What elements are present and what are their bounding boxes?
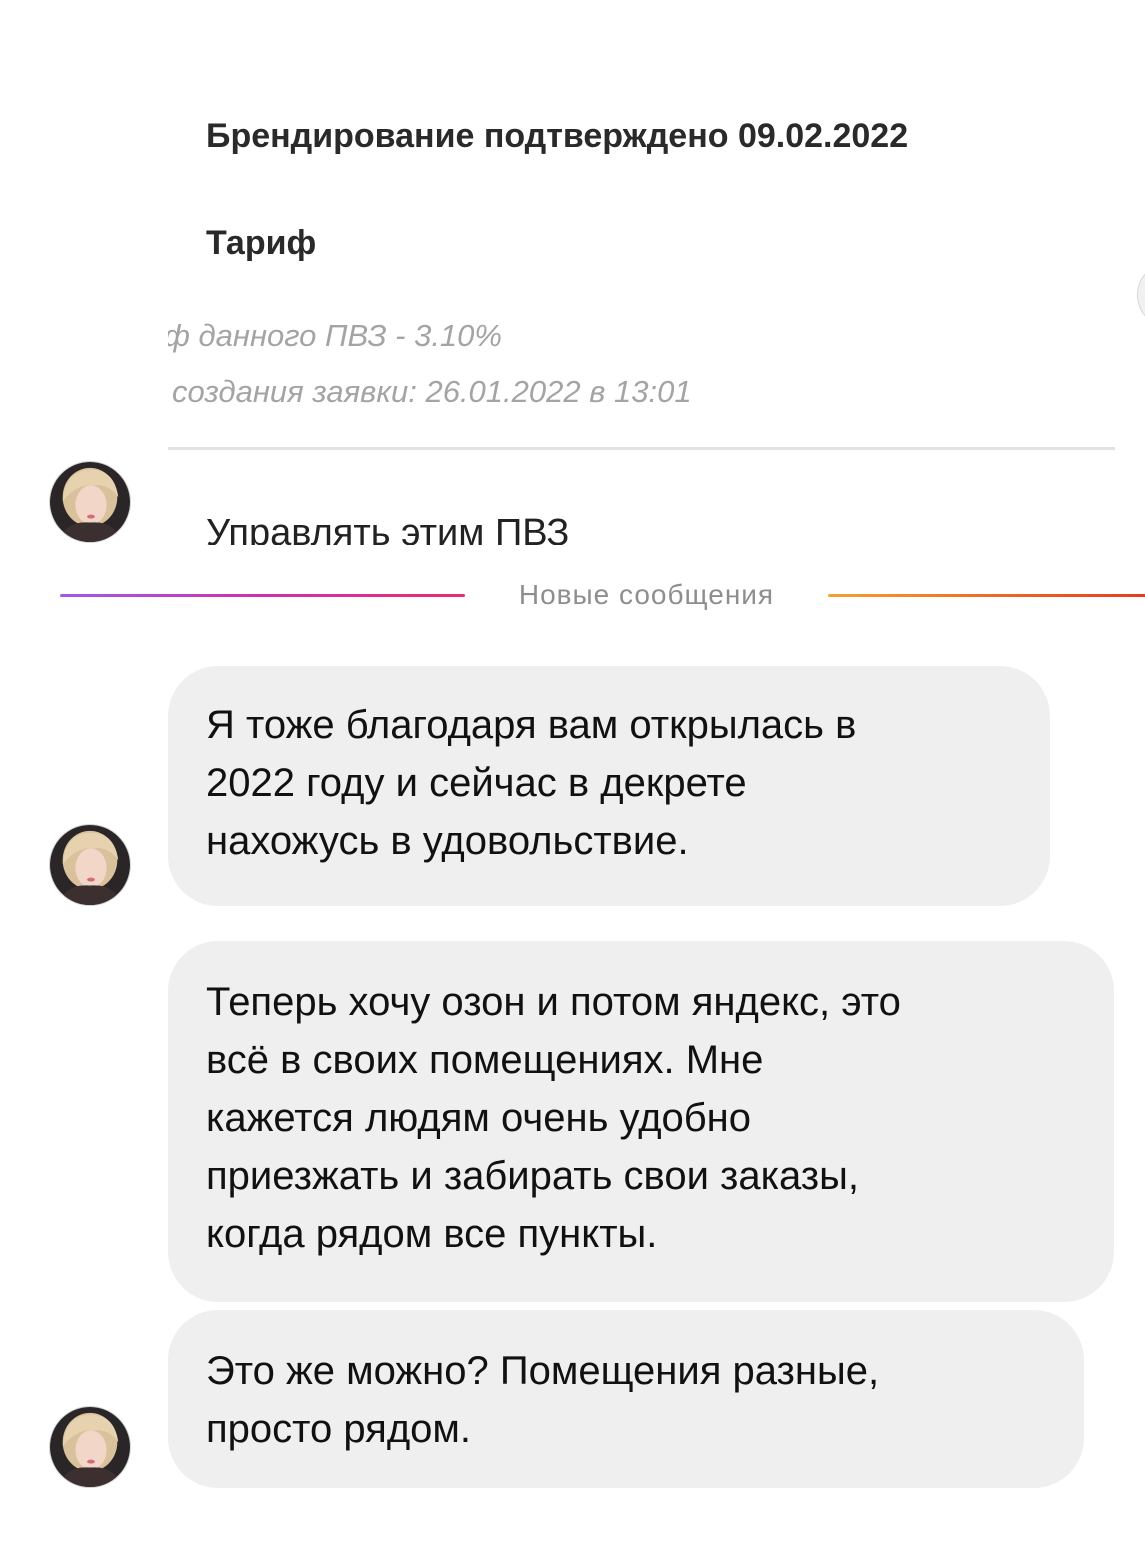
message-line: Я тоже благодаря вам открылась в [206,703,857,747]
message-line: просто рядом. [206,1407,472,1451]
message-line: кажется людям очень удобно [206,1096,752,1140]
message-line: всё в своих помещениях. Мне [206,1038,764,1082]
message-bubble[interactable]: Теперь хочу озон и потом яндекс, это всё… [168,941,1114,1302]
application-date-text: создания заявки: 26.01.2022 в 13:01 [172,374,692,409]
shared-screenshot: Брендирование подтверждено 09.02.2022 Та… [168,0,1115,545]
new-messages-label: Новые сообщения [518,579,775,610]
tariff-rate-text: ф данного ПВЗ - 3.10% [168,318,502,353]
tariff-heading: Тариф [206,224,317,262]
separator [168,447,1115,450]
message-bubble[interactable]: Это же можно? Помещения разные, просто р… [168,1310,1084,1488]
divider-line-left [60,594,465,597]
manage-pickup-point-link[interactable]: Управлять этим ПВЗ [206,505,569,545]
divider-line-right [828,594,1145,597]
message-line: 2022 году и сейчас в декрете [206,761,747,805]
message-bubble[interactable]: Я тоже благодаря вам открылась в 2022 го… [168,666,1050,906]
message-line: приезжать и забирать свои заказы, [206,1154,860,1198]
avatar[interactable] [49,461,131,543]
partial-circle-button [1137,268,1145,322]
message-line: когда рядом все пункты. [206,1212,658,1256]
branding-confirmed-text: Брендирование подтверждено 09.02.2022 [206,117,909,155]
message-line: Теперь хочу озон и потом яндекс, это [206,980,901,1024]
new-messages-divider: Новые сообщения [0,580,1145,610]
avatar[interactable] [49,824,131,906]
avatar[interactable] [49,1406,131,1488]
message-line: Это же можно? Помещения разные, [206,1349,880,1393]
message-line: нахожусь в удовольствие. [206,819,689,863]
